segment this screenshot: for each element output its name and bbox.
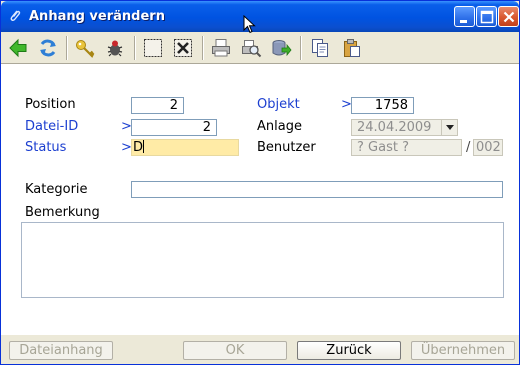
mouse-pointer-icon bbox=[243, 15, 256, 34]
text-cursor bbox=[143, 140, 145, 153]
benutzer-label: Benutzer bbox=[257, 140, 316, 155]
key-icon[interactable] bbox=[74, 37, 96, 59]
anlage-dropdown-button[interactable] bbox=[441, 120, 457, 135]
dialog-window: Anhang verändern Position 2 Datei-ID > 2… bbox=[0, 0, 520, 365]
form-area: Position 2 Datei-ID > 2 Status > D Objek… bbox=[1, 65, 519, 335]
bug-icon[interactable] bbox=[104, 37, 126, 59]
objekt-field[interactable]: 1758 bbox=[351, 97, 414, 114]
uebernehmen-button[interactable]: Übernehmen bbox=[411, 341, 515, 360]
minimize-button[interactable] bbox=[454, 6, 475, 27]
delete-x-icon[interactable] bbox=[172, 37, 194, 59]
toolbar-separator bbox=[202, 36, 204, 60]
objekt-label: Objekt bbox=[257, 97, 300, 112]
refresh-icon[interactable] bbox=[37, 37, 59, 59]
anlage-date-combo[interactable]: 24.04.2009 bbox=[351, 119, 458, 136]
toolbar-separator bbox=[66, 36, 68, 60]
close-icon bbox=[503, 11, 515, 23]
benutzer-field[interactable]: ? Gast ? bbox=[351, 139, 462, 156]
ok-button[interactable]: OK bbox=[183, 341, 287, 360]
maximize-icon bbox=[480, 10, 494, 24]
status-label: Status bbox=[25, 140, 67, 155]
datei-id-field[interactable]: 2 bbox=[131, 119, 217, 136]
status-field[interactable]: D bbox=[131, 139, 239, 156]
print-preview-icon[interactable] bbox=[240, 37, 262, 59]
close-button[interactable] bbox=[498, 6, 519, 27]
toolbar-separator bbox=[300, 36, 302, 60]
select-box-icon[interactable] bbox=[142, 37, 164, 59]
paste-icon[interactable] bbox=[341, 37, 363, 59]
copy-icon[interactable] bbox=[309, 37, 331, 59]
benutzer-separator: / bbox=[466, 140, 471, 155]
minimize-icon bbox=[460, 20, 467, 23]
bemerkung-textarea[interactable] bbox=[21, 222, 504, 298]
benutzer-code-field[interactable]: 002 bbox=[473, 139, 503, 156]
chevron-down-icon bbox=[446, 125, 454, 130]
dateianhang-button[interactable]: Dateianhang bbox=[9, 341, 113, 360]
toolbar-separator bbox=[134, 36, 136, 60]
kategorie-label: Kategorie bbox=[25, 182, 88, 197]
title-bar[interactable]: Anhang verändern bbox=[1, 1, 519, 32]
anlage-label: Anlage bbox=[257, 119, 302, 134]
toolbar-divider bbox=[1, 63, 519, 64]
position-field[interactable]: 2 bbox=[131, 97, 184, 114]
toolbar bbox=[1, 32, 519, 65]
maximize-button[interactable] bbox=[476, 6, 497, 27]
print-icon[interactable] bbox=[210, 37, 232, 59]
kategorie-field[interactable] bbox=[131, 181, 503, 198]
back-arrow-icon[interactable] bbox=[7, 37, 29, 59]
button-bar: Dateianhang OK Zurück Übernehmen bbox=[1, 335, 519, 364]
export-icon[interactable] bbox=[270, 37, 292, 59]
zurueck-button[interactable]: Zurück bbox=[297, 341, 401, 360]
position-label: Position bbox=[25, 97, 76, 112]
paperclip-icon bbox=[10, 10, 21, 22]
anlage-value: 24.04.2009 bbox=[357, 120, 432, 135]
status-value: D bbox=[133, 140, 144, 155]
datei-id-label: Datei-ID bbox=[25, 119, 79, 134]
window-title: Anhang verändern bbox=[29, 9, 165, 24]
bemerkung-label: Bemerkung bbox=[25, 205, 100, 220]
